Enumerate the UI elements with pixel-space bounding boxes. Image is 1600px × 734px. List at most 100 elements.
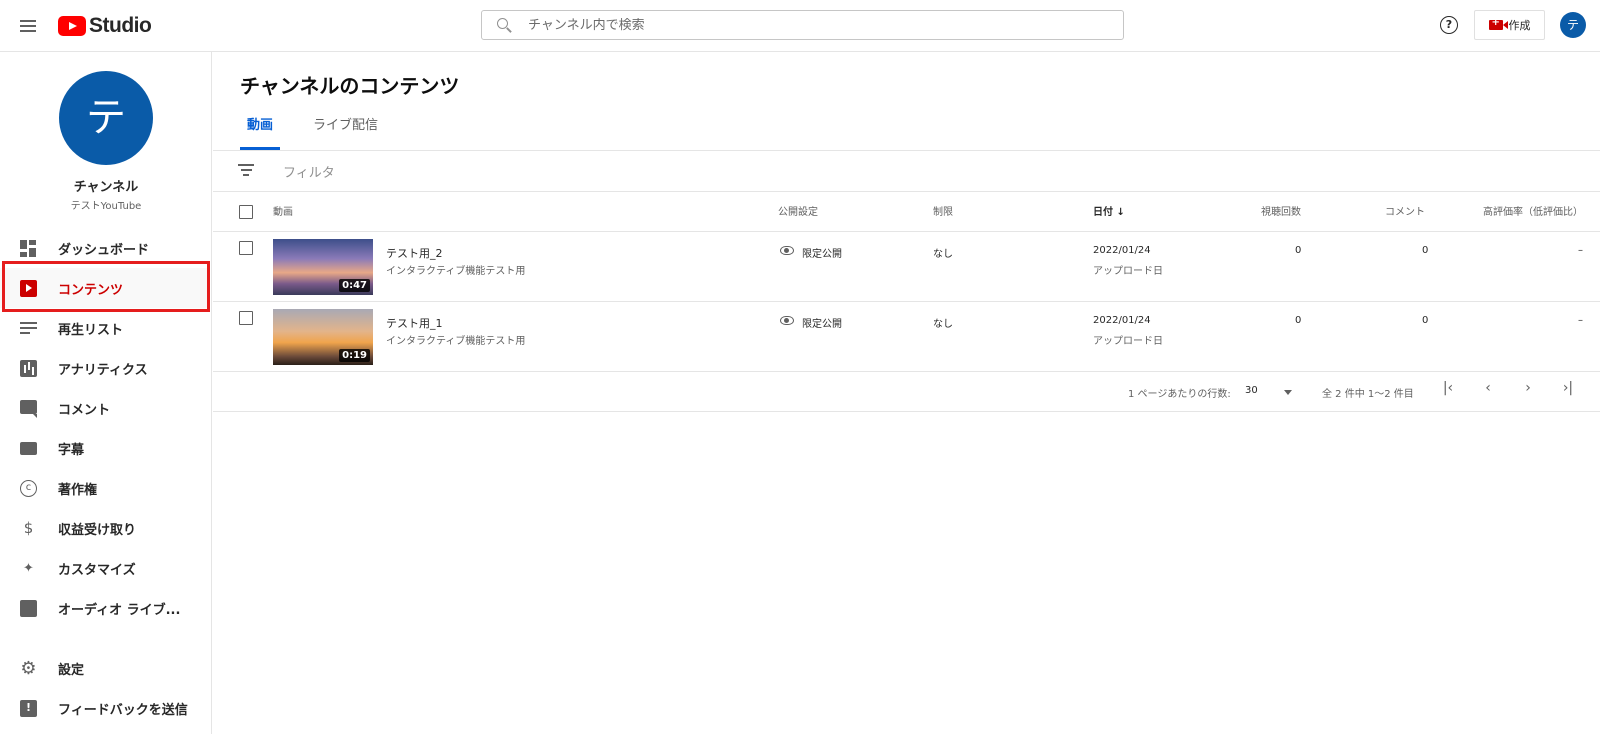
tab-videos[interactable]: 動画 [240, 114, 280, 150]
playlist-icon [20, 320, 37, 337]
divider [213, 231, 1600, 232]
dashboard-icon [20, 240, 37, 257]
comments-value: 0 [1422, 315, 1429, 326]
hamburger-menu-icon[interactable] [16, 14, 40, 38]
sidebar-item-subtitles[interactable]: 字幕 [0, 428, 210, 468]
column-header-date-label: 日付 [1093, 207, 1113, 218]
row-checkbox[interactable] [239, 241, 253, 255]
filter-icon[interactable] [238, 164, 254, 176]
magic-wand-icon: ✦ [23, 561, 34, 576]
views-value: 0 [1295, 245, 1302, 256]
analytics-icon [20, 360, 37, 377]
tab-live[interactable]: ライブ配信 [313, 114, 378, 150]
column-header-restrictions: 制限 [933, 207, 953, 218]
likes-value: – [1578, 245, 1583, 256]
sidebar-item-earn[interactable]: $ 収益受け取り [0, 508, 210, 548]
eye-icon [780, 246, 794, 255]
channel-handle: テストYouTube [70, 201, 142, 212]
create-button[interactable]: 作成 [1474, 10, 1545, 40]
sidebar-item-dashboard[interactable]: ダッシュボード [0, 228, 210, 268]
likes-value: – [1578, 315, 1583, 326]
sidebar-item-label: 再生リスト [58, 322, 124, 338]
restrictions-value: なし [933, 319, 953, 330]
date-value: 2022/01/24 [1093, 315, 1151, 326]
studio-logo[interactable]: Studio [58, 13, 152, 39]
divider [213, 371, 1600, 372]
filter-input[interactable]: フィルタ [283, 162, 335, 181]
chevron-down-icon[interactable] [1284, 390, 1292, 395]
date-value: 2022/01/24 [1093, 245, 1151, 256]
column-header-comments: コメント [1385, 207, 1425, 218]
views-value: 0 [1295, 315, 1302, 326]
previous-page-icon[interactable]: ‹ [1478, 380, 1498, 396]
divider [213, 191, 1600, 192]
video-description: インタラクティブ機能テスト用 [386, 336, 526, 347]
sidebar-item-settings[interactable]: ⚙ 設定 [0, 648, 210, 688]
last-page-icon[interactable]: ›| [1558, 380, 1578, 396]
sort-down-arrow-icon[interactable]: ↓ [1116, 207, 1124, 218]
sidebar-item-analytics[interactable]: アナリティクス [0, 348, 210, 388]
column-header-visibility: 公開設定 [778, 207, 818, 218]
date-label: アップロード日 [1093, 336, 1163, 347]
sidebar-item-label: コメント [58, 402, 111, 418]
rows-per-page-select[interactable]: 30 [1245, 385, 1258, 396]
account-avatar[interactable]: テ [1560, 12, 1586, 38]
row-checkbox[interactable] [239, 311, 253, 325]
create-button-label: 作成 [1508, 19, 1531, 32]
page-title: チャンネルのコンテンツ [240, 74, 460, 98]
visibility-value[interactable]: 限定公開 [802, 245, 842, 260]
column-header-video: 動画 [273, 207, 293, 218]
sidebar-item-content[interactable]: コンテンツ [0, 268, 210, 308]
sidebar-item-label: コンテンツ [58, 282, 124, 298]
next-page-icon[interactable]: › [1518, 380, 1538, 396]
date-label: アップロード日 [1093, 266, 1163, 277]
help-icon[interactable]: ? [1440, 16, 1458, 34]
sidebar-item-label: カスタマイズ [58, 562, 136, 578]
column-header-date[interactable]: 日付 ↓ [1093, 203, 1125, 218]
page-range: 全 2 件中 1〜2 件目 [1322, 389, 1414, 400]
video-duration: 0:19 [339, 349, 370, 362]
content-icon [20, 280, 37, 297]
gear-icon: ⚙ [20, 658, 37, 679]
sidebar-item-label: オーディオ ライブ... [58, 602, 181, 618]
comments-value: 0 [1422, 245, 1429, 256]
visibility-value[interactable]: 限定公開 [802, 315, 842, 330]
subtitles-icon [20, 442, 37, 455]
top-bar: Studio ? 作成 テ [0, 0, 1600, 52]
sidebar-item-customization[interactable]: ✦ カスタマイズ [0, 548, 210, 588]
sidebar-item-audio-library[interactable]: オーディオ ライブ... [0, 588, 210, 628]
audio-library-icon [20, 600, 37, 617]
video-title[interactable]: テスト用_1 [386, 315, 443, 331]
eye-icon [780, 316, 794, 325]
channel-name: チャンネル [73, 180, 139, 195]
restrictions-value: なし [933, 249, 953, 260]
search-input[interactable] [528, 17, 1108, 33]
logo-text: Studio [89, 14, 152, 37]
video-thumbnail[interactable]: 0:19 [273, 309, 373, 365]
column-header-likes: 高評価率（低評価比） [1483, 207, 1583, 218]
video-thumbnail[interactable]: 0:47 [273, 239, 373, 295]
channel-avatar[interactable]: テ [59, 71, 153, 165]
select-all-checkbox[interactable] [239, 205, 253, 219]
comment-icon [20, 400, 37, 418]
sidebar-item-label: アナリティクス [58, 362, 148, 378]
sidebar-item-label: フィードバックを送信 [58, 702, 188, 718]
search-icon[interactable] [496, 17, 512, 33]
column-header-views: 視聴回数 [1261, 207, 1301, 218]
sidebar-item-label: 収益受け取り [58, 522, 137, 538]
sidebar-item-label: ダッシュボード [58, 242, 150, 258]
sidebar-item-copyright[interactable]: c 著作権 [0, 468, 210, 508]
video-camera-icon [1488, 17, 1508, 30]
divider [213, 150, 1600, 151]
youtube-logo-icon [58, 16, 86, 36]
divider [213, 301, 1600, 302]
sidebar-item-label: 字幕 [58, 442, 85, 458]
sidebar-item-feedback[interactable]: ! フィードバックを送信 [0, 688, 210, 728]
sidebar-item-comments[interactable]: コメント [0, 388, 210, 428]
sidebar: テ チャンネル テストYouTube ダッシュボード コンテンツ 再生リスト ア… [0, 52, 212, 734]
sidebar-item-playlists[interactable]: 再生リスト [0, 308, 210, 348]
first-page-icon[interactable]: |‹ [1438, 380, 1458, 396]
video-title[interactable]: テスト用_2 [386, 245, 443, 261]
search-bar[interactable] [481, 10, 1124, 40]
sidebar-item-label: 設定 [58, 662, 85, 678]
